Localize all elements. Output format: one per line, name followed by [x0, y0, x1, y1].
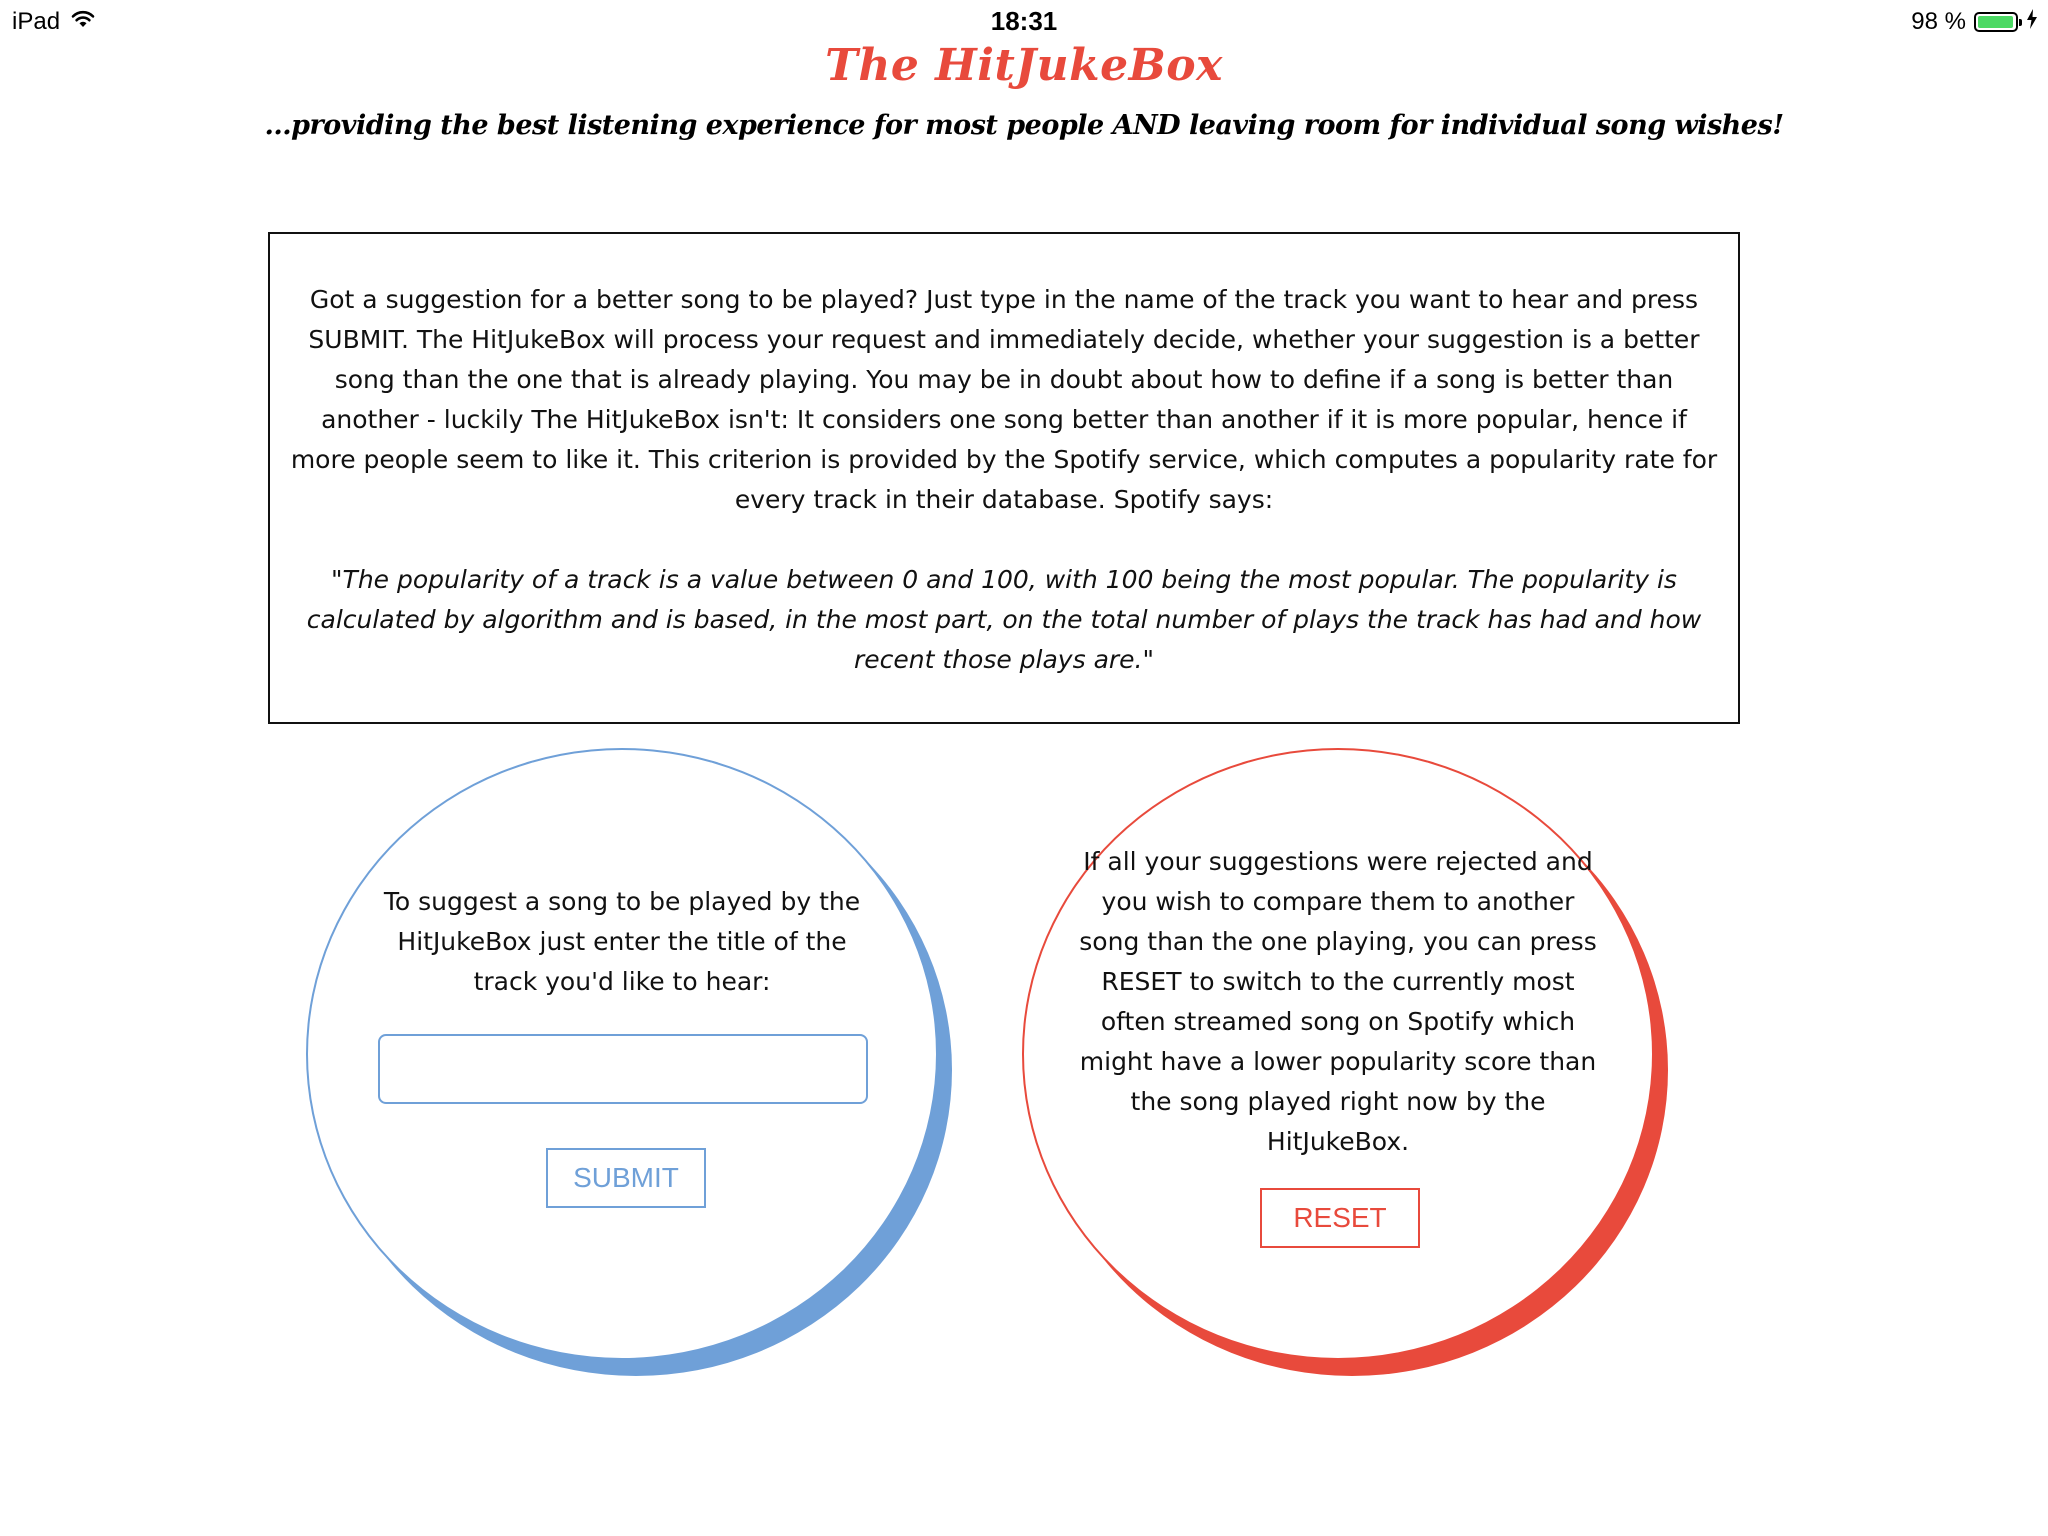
battery-level: [1978, 16, 2013, 28]
status-time: 18:31: [990, 6, 1058, 36]
suggest-circle: To suggest a song to be played by the Hi…: [306, 748, 938, 1360]
battery-icon: [1974, 12, 2022, 32]
reset-instructions: If all your suggestions were rejected an…: [1079, 847, 1597, 1156]
page: iPad 18:31 98 % The HitJukeBox ...provid…: [0, 0, 2048, 1536]
status-bar: iPad 18:31 98 %: [0, 0, 2048, 42]
info-box: Got a suggestion for a better song to be…: [268, 232, 1740, 724]
page-tagline: ...providing the best listening experien…: [264, 110, 1784, 141]
page-title: The HitJukeBox: [825, 40, 1223, 91]
reset-button[interactable]: RESET: [1260, 1188, 1420, 1248]
battery-cap: [2019, 19, 2022, 26]
submit-button[interactable]: SUBMIT: [546, 1148, 706, 1208]
status-bar-right: 98 %: [1911, 8, 2038, 36]
info-paragraph: Got a suggestion for a better song to be…: [290, 285, 1718, 514]
battery-percent: 98 %: [1911, 8, 1966, 35]
reset-circle: If all your suggestions were rejected an…: [1022, 748, 1654, 1360]
suggest-instructions: To suggest a song to be played by the Hi…: [383, 887, 861, 996]
reset-panel: If all your suggestions were rejected an…: [1022, 748, 1670, 1376]
suggest-panel: To suggest a song to be played by the Hi…: [306, 748, 954, 1376]
spotify-quote: "The popularity of a track is a value be…: [306, 565, 1702, 674]
charging-bolt-icon: [2026, 8, 2038, 36]
song-title-input[interactable]: [378, 1034, 868, 1104]
